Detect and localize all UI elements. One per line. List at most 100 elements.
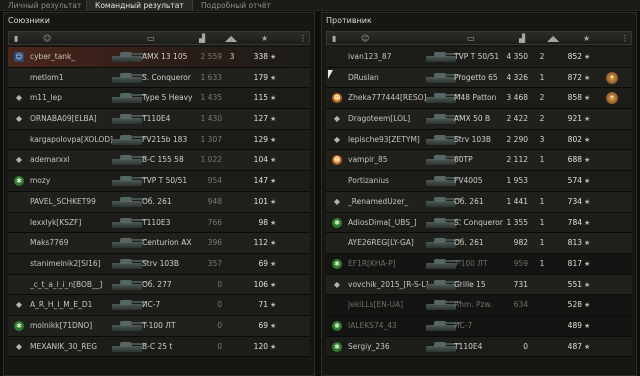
player-row[interactable]: _RenamedUzer_Об. 2611 4411734★ [326, 191, 632, 213]
player-row[interactable]: ORNABA09[ELBA]T110E41 430127★ [8, 109, 310, 130]
xp-star-icon[interactable]: ★ [261, 33, 268, 44]
clan-badge-icon [332, 114, 342, 124]
player-row[interactable]: MEXANIK_30_REGB-C 25 t0120★ [8, 336, 310, 358]
player-row[interactable]: DRuslan Progetto 65 4 326 1 872 ★ ✦ [326, 67, 632, 89]
player-row[interactable]: Maks7769 Centurion AX 396 112 ★ [8, 233, 310, 254]
player-row[interactable]: ademarxxlB-C 155 581 022104★ [8, 150, 310, 172]
damage-value: 2 112 [506, 155, 528, 165]
kills-icon[interactable]: ◢◣ [225, 33, 237, 44]
xp-value: 852 [567, 52, 582, 61]
damage-icon[interactable]: ▟ [519, 33, 525, 44]
player-row[interactable]: A_R_H_I_M_E_D1ИС-7071★ [8, 295, 310, 316]
xp-star-icon: ★ [584, 156, 591, 165]
kills-value [226, 109, 238, 129]
player-row[interactable]: ☺ cyber_tank_ AMX 13 105 2 559 3 338 ★ [8, 47, 310, 68]
player-row[interactable]: ✱ mozy TVP T 50/51 954 147 ★ [8, 171, 310, 192]
kills-value: 1 [539, 72, 545, 82]
player-row[interactable]: _c_t_a_l_i_n[BOB__] Об. 277 0 106 ★ [8, 274, 310, 296]
player-row[interactable]: ☻ vampir_85 60TP 2 112 1 688 ★ [326, 150, 632, 172]
damage-value: 0 [217, 279, 222, 289]
damage-value: 1 307 [200, 134, 222, 144]
kills-value [226, 337, 238, 357]
player-row[interactable]: JekiLLs[EN-UA] Rhm. Pzw. 634 528 ★ [326, 295, 632, 316]
player-row[interactable]: stanimelnik2[SI16] Strv 103B 357 69 ★ [8, 253, 310, 275]
xp-star-icon: ★ [584, 197, 591, 206]
damage-value: 959 [513, 258, 528, 268]
xp-value: 101 [253, 196, 268, 206]
kills-icon[interactable]: ◢◣ [547, 33, 559, 44]
xp-star-icon: ★ [270, 280, 277, 289]
player-icon[interactable]: ☺ [43, 33, 51, 44]
kills-value [226, 295, 238, 315]
damage-value: 0 [217, 320, 222, 330]
tab-detailed-report[interactable]: Подробный отчёт [193, 0, 279, 11]
player-row[interactable]: kargapolovpa[XOLOD] FV215b 183 1 307 129 ★ [8, 129, 310, 151]
xp-star-icon: ★ [584, 53, 591, 61]
player-row[interactable]: ✱ Sergiy_236 T110E4 0 487 ★ [326, 336, 632, 358]
xp-value: 489 [567, 320, 582, 330]
clan-badge-icon: ☻ [332, 93, 342, 104]
player-icon[interactable]: ☺ [361, 33, 369, 44]
tank-name: T110E4 [142, 114, 171, 124]
kills-value [226, 171, 238, 191]
tank-icon[interactable]: ▭ [467, 33, 475, 44]
tank-name: ИС-7 [454, 320, 473, 330]
kills-value [536, 171, 548, 191]
player-row[interactable]: ✱ IALEKS74_43 ИС-7 489 ★ [326, 315, 632, 337]
tab-team-result[interactable]: Командный результат [86, 0, 193, 11]
xp-star-icon: ★ [270, 259, 277, 268]
damage-value: 0 [217, 341, 222, 351]
clan-badge-icon: ☺ [14, 52, 24, 62]
player-row[interactable]: ✱ AdiosDima[_UBS_] S. Conqueror 1 355 1 784 ★ [326, 212, 632, 234]
xp-value: 104 [253, 155, 268, 165]
tank-icon[interactable]: ▭ [147, 33, 155, 44]
tank-name: FV4005 [454, 176, 483, 186]
xp-star-icon: ★ [584, 259, 591, 268]
kills-value [226, 88, 238, 108]
xp-value: 921 [567, 114, 582, 124]
mouse-cursor-icon [328, 70, 333, 79]
tank-name: Об. 261 [454, 238, 484, 248]
kills-value: 1 [539, 238, 545, 248]
xp-star-icon: ★ [270, 156, 277, 165]
platoon-icon[interactable]: ▮ [332, 33, 336, 44]
xp-star-icon: ★ [584, 280, 591, 289]
damage-icon[interactable]: ▟ [199, 33, 205, 44]
tank-name: B-C 25 t [142, 341, 173, 351]
player-row[interactable]: metlom1 S. Conqueror 1 633 179 ★ [8, 67, 310, 89]
platoon-icon[interactable]: ▮ [14, 33, 18, 44]
player-row[interactable]: vovchik_2015_[R-S-L]Grille 15731551★ [326, 274, 632, 296]
xp-star-icon: ★ [584, 73, 591, 82]
player-row[interactable]: AYE26REG[LY-GA] Об. 261 982 1 813 ★ [326, 233, 632, 254]
more-icon[interactable]: ⋮ [299, 33, 307, 44]
more-icon[interactable]: ⋮ [621, 33, 629, 44]
player-row[interactable]: ✱ EF1R[KHA-P] T-100 ЛТ 959 1 817 ★ [326, 253, 632, 275]
xp-value: 802 [567, 134, 582, 144]
player-row[interactable]: PAVEL_SCHKET99 Об. 261 948 101 ★ [8, 191, 310, 213]
player-row[interactable]: Portizanius FV4005 1 953 574 ★ [326, 171, 632, 192]
medal-icon[interactable]: ✦ [606, 92, 618, 105]
player-row[interactable]: m11_lepType 5 Heavy1 435115★ [8, 88, 310, 110]
player-row[interactable]: ivan123_87 TVP T 50/51 4 350 2 852 ★ [326, 47, 632, 68]
tank-name: T-100 ЛТ [142, 320, 176, 330]
damage-value: 954 [207, 176, 222, 186]
player-row[interactable]: lepische93[ZETYM]Strv 103B2 2903802★ [326, 129, 632, 151]
tab-personal-result[interactable]: Личный результат [0, 0, 89, 11]
damage-value: 982 [513, 238, 528, 248]
player-row[interactable]: Dragoteem[LOL]AMX 50 B2 4222921★ [326, 109, 632, 130]
player-row[interactable]: ✱ molnikk[71DNO] T-100 ЛТ 0 69 ★ [8, 315, 310, 337]
xp-value: 115 [253, 93, 268, 103]
enemies-panel: Противник ▮ ☺ ▭ ▟ ◢◣ ★ ⋮ ivan123_87 TVP T… [321, 12, 637, 376]
medal-icon[interactable]: ✦ [606, 71, 618, 84]
xp-star-icon: ★ [584, 94, 591, 103]
damage-value: 357 [207, 258, 222, 268]
xp-star-icon: ★ [270, 301, 277, 310]
player-row[interactable]: ☻ Zheka777444[RESO] M48 Patton 3 468 2 858 ★ ✦ [326, 88, 632, 110]
player-row[interactable]: lexxlyk[KSZF] T110E3 766 98 ★ [8, 212, 310, 234]
damage-value: 1 435 [200, 93, 222, 103]
xp-star-icon: ★ [584, 135, 591, 144]
tank-name: Об. 261 [142, 196, 172, 206]
xp-value: 98 [258, 217, 268, 227]
tank-name: Об. 277 [142, 279, 172, 289]
xp-star-icon[interactable]: ★ [583, 33, 590, 44]
